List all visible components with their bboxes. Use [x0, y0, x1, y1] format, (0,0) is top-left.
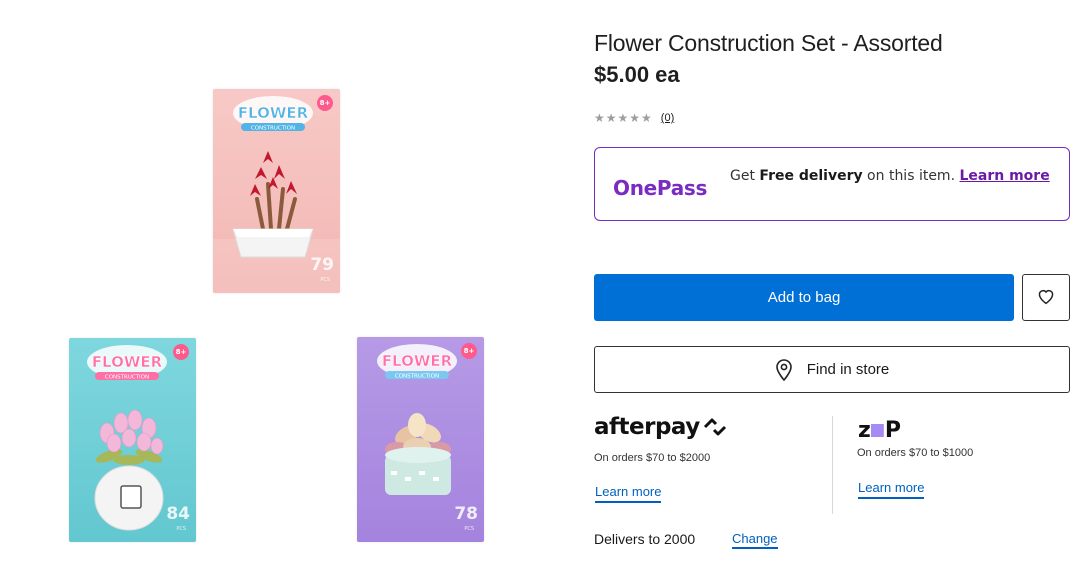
rating-count-link[interactable]: (0) [661, 112, 674, 124]
svg-text:FLOWER: FLOWER [92, 353, 163, 371]
payment-divider [832, 416, 833, 514]
pcs-label: PCS [464, 526, 474, 532]
zip-logo-right: P [884, 418, 901, 443]
piece-count: 84 [166, 504, 190, 524]
afterpay-note: On orders $70 to $2000 [594, 452, 711, 464]
product-price: $5.00 ea [594, 62, 680, 87]
zip-logo: z P [858, 418, 901, 443]
onepass-text: Get [730, 168, 760, 184]
svg-text:CONSTRUCTION: CONSTRUCTION [105, 375, 149, 381]
piece-count: 78 [454, 504, 478, 524]
product-image-purple[interactable]: FLOWER CONSTRUCTION 8+ 78 PCS [357, 337, 484, 542]
rating-stars-icon: ★★★★★ [594, 111, 653, 125]
onepass-logo: OnePass [613, 176, 708, 200]
onepass-message: Get Free delivery on this item. Learn mo… [730, 168, 1050, 184]
pcs-label: PCS [320, 277, 330, 283]
afterpay-logo: afterpay [594, 414, 728, 440]
age-badge: 8+ [461, 343, 477, 359]
product-title: Flower Construction Set - Assorted [594, 30, 943, 56]
add-to-bag-button[interactable]: Add to bag [594, 274, 1014, 321]
zip-logo-left: z [858, 418, 871, 443]
pcs-label: PCS [176, 526, 186, 532]
svg-text:CONSTRUCTION: CONSTRUCTION [395, 374, 439, 380]
location-pin-icon [775, 358, 793, 381]
svg-text:CONSTRUCTION: CONSTRUCTION [251, 126, 295, 132]
find-in-store-label: Find in store [806, 361, 890, 378]
svg-text:FLOWER: FLOWER [382, 352, 453, 370]
zip-learn-more-link[interactable]: Learn more [858, 480, 925, 499]
product-image-pink[interactable]: FLOWER CONSTRUCTION 8+ 79 PCS [213, 89, 340, 293]
find-in-store-button[interactable]: Find in store [594, 346, 1070, 393]
product-image-blue[interactable]: FLOWER CONSTRUCTION 8+ 84 PCS [69, 338, 196, 542]
onepass-free-delivery: Free delivery [759, 168, 863, 184]
afterpay-arrows-icon [702, 417, 728, 437]
zip-logo-mark-icon [870, 424, 884, 437]
onepass-learn-more-link[interactable]: Learn more [959, 168, 1049, 184]
change-postcode-link[interactable]: Change [732, 531, 778, 549]
age-badge: 8+ [173, 344, 189, 360]
age-badge: 8+ [317, 95, 333, 111]
zip-note: On orders $70 to $1000 [857, 447, 974, 459]
afterpay-logo-text: afterpay [594, 414, 700, 440]
box-brand-text: FLOWER [238, 104, 309, 122]
delivers-to-text: Delivers to 2000 [594, 531, 696, 547]
afterpay-learn-more-link[interactable]: Learn more [595, 484, 662, 503]
onepass-text-after: on this item. [862, 168, 960, 184]
piece-count: 79 [310, 255, 334, 275]
onepass-banner: OnePass Get Free delivery on this item. … [594, 147, 1070, 221]
heart-icon [1036, 287, 1056, 308]
rating: ★★★★★ (0) [594, 111, 674, 125]
wishlist-button[interactable] [1022, 274, 1070, 321]
